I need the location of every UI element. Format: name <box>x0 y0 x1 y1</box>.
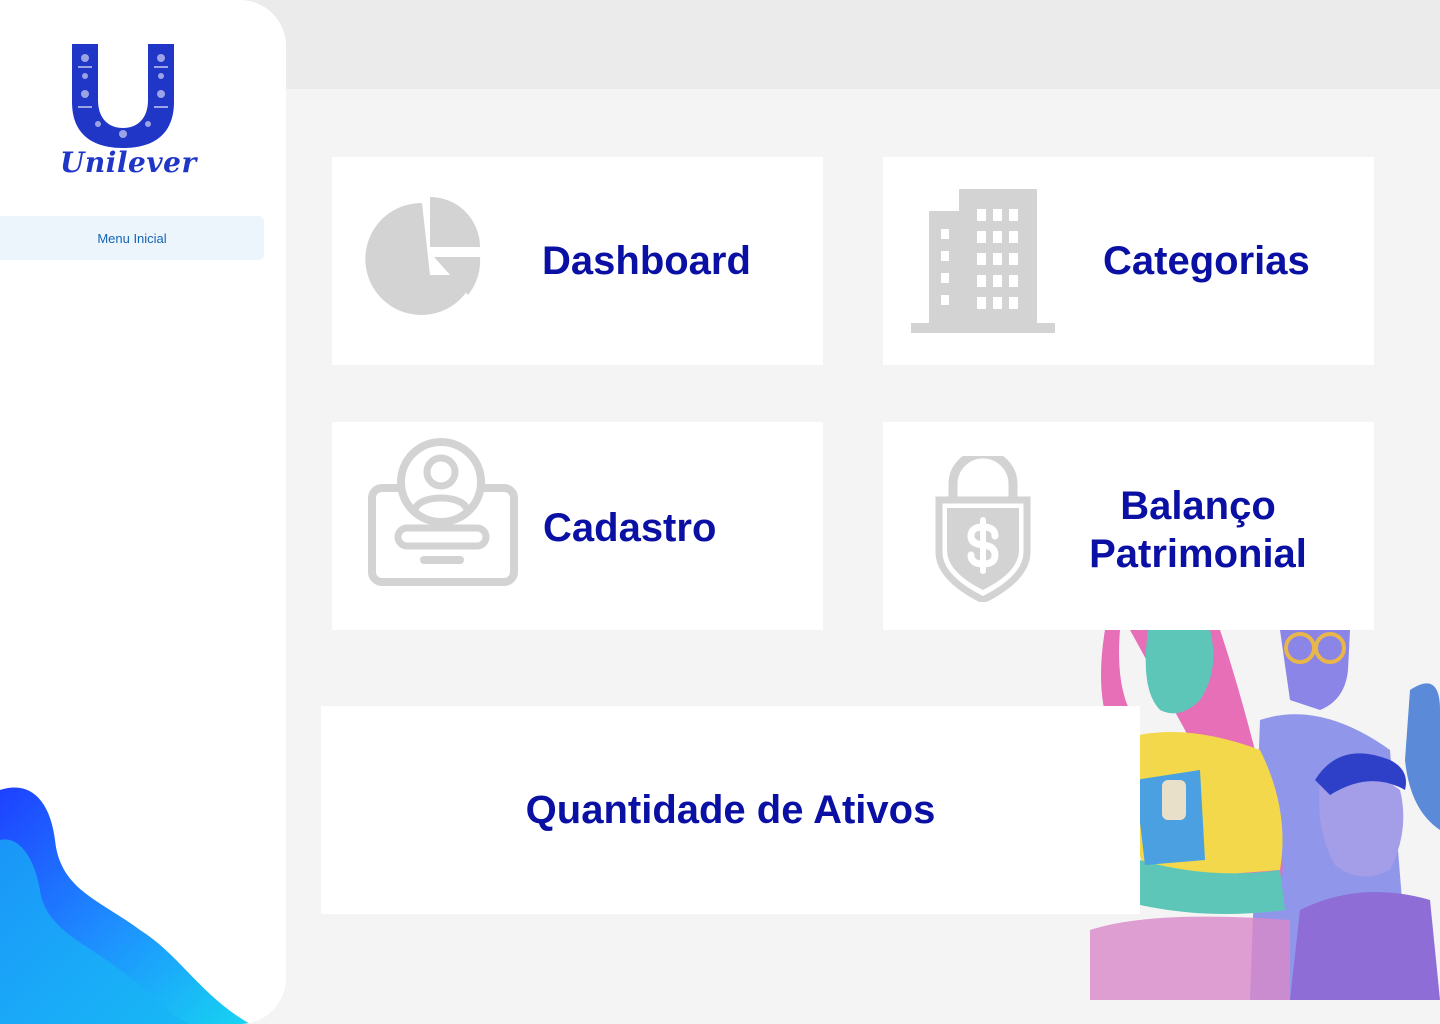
brand-name: Unilever <box>60 146 197 179</box>
dashboard-label: Dashboard <box>542 239 751 283</box>
sidebar: Unilever Menu Inicial <box>0 0 286 1024</box>
id-card-icon <box>368 438 518 586</box>
cadastro-label: Cadastro <box>543 506 717 550</box>
quantidade-ativos-card[interactable]: Quantidade de Ativos <box>321 706 1140 914</box>
shield-dollar-icon <box>935 456 1031 602</box>
sidebar-item-label: Menu Inicial <box>97 230 167 246</box>
balanco-label-line2: Patrimonial <box>1089 532 1307 576</box>
decorative-wave <box>0 787 250 1024</box>
pie-chart-icon <box>365 197 481 315</box>
categorias-label: Categorias <box>1103 239 1310 283</box>
balanco-patrimonial-card[interactable]: Balanço Patrimonial <box>883 422 1374 630</box>
cadastro-card[interactable]: Cadastro <box>332 422 823 630</box>
balanco-patrimonial-label: Balanço Patrimonial <box>1073 482 1323 578</box>
people-illustration <box>1090 630 1440 1000</box>
balanco-label-line1: Balanço <box>1120 484 1276 528</box>
sidebar-item-menu-inicial[interactable]: Menu Inicial <box>0 216 264 260</box>
building-icon <box>911 189 1055 333</box>
quantidade-ativos-label: Quantidade de Ativos <box>525 788 936 832</box>
dashboard-card[interactable]: Dashboard <box>332 157 823 365</box>
categorias-card[interactable]: Categorias <box>883 157 1374 365</box>
